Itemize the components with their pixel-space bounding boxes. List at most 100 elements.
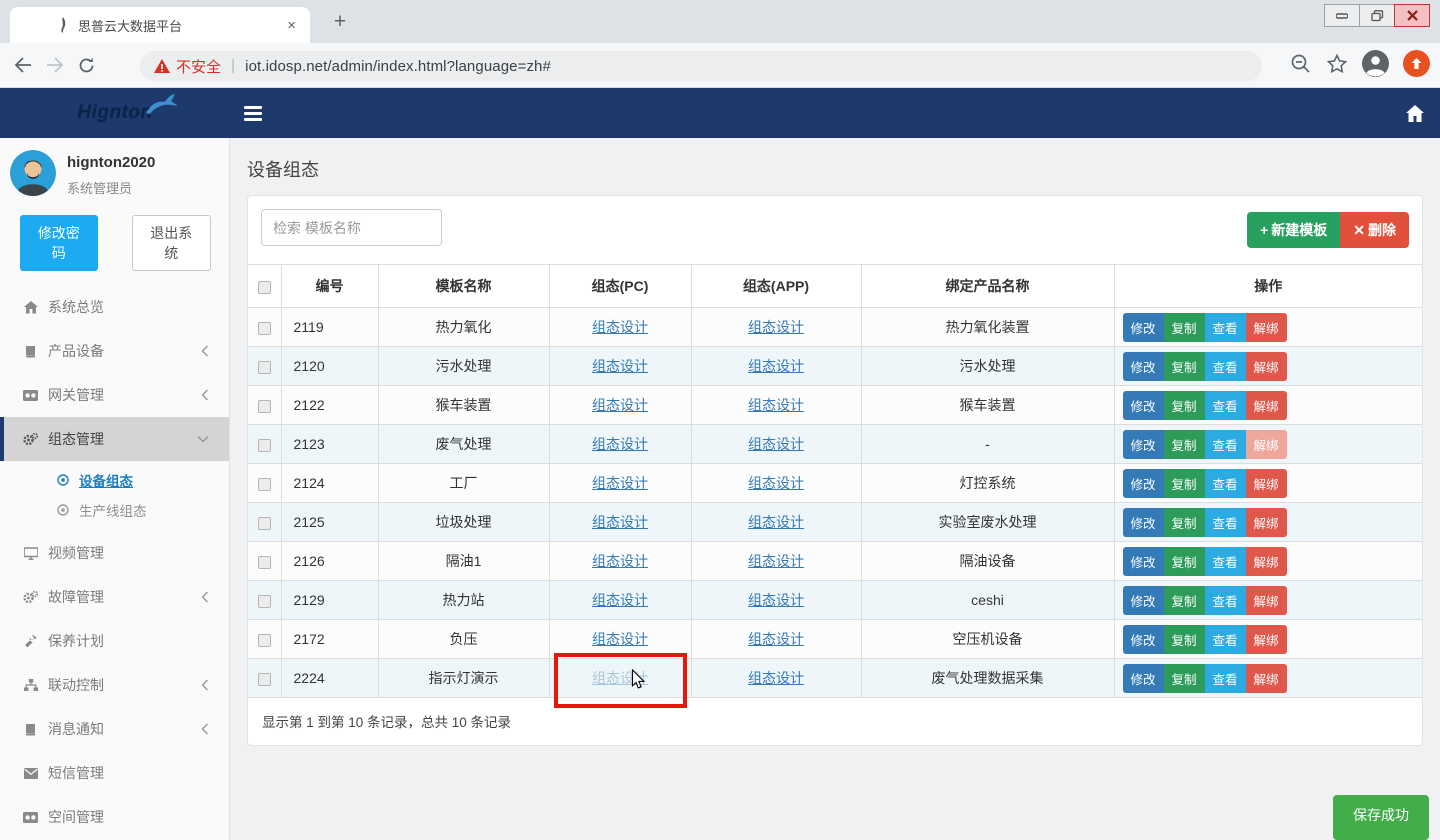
view-button[interactable]: 查看	[1205, 391, 1246, 420]
row-checkbox[interactable]	[258, 517, 271, 530]
zoom-out-icon[interactable]	[1290, 53, 1312, 75]
app-design-link[interactable]: 组态设计	[748, 514, 804, 530]
row-checkbox[interactable]	[258, 634, 271, 647]
sidebar-item-space[interactable]: 空间管理	[0, 795, 229, 839]
copy-button[interactable]: 复制	[1164, 352, 1205, 381]
copy-button[interactable]: 复制	[1164, 313, 1205, 342]
view-button[interactable]: 查看	[1205, 469, 1246, 498]
url-text[interactable]: iot.idosp.net/admin/index.html?language=…	[245, 58, 551, 75]
modify-button[interactable]: 修改	[1123, 508, 1164, 537]
view-button[interactable]: 查看	[1205, 625, 1246, 654]
browser-tab[interactable]: 思普云大数据平台 ×	[10, 7, 310, 43]
modify-button[interactable]: 修改	[1123, 547, 1164, 576]
logout-button[interactable]: 退出系统	[132, 215, 212, 271]
browser-update-icon[interactable]	[1403, 50, 1430, 77]
app-design-link[interactable]: 组态设计	[748, 358, 804, 374]
pc-design-link[interactable]: 组态设计	[592, 592, 648, 608]
copy-button[interactable]: 复制	[1164, 469, 1205, 498]
modify-button[interactable]: 修改	[1123, 664, 1164, 693]
unbind-button[interactable]: 解绑	[1246, 625, 1287, 654]
modify-button[interactable]: 修改	[1123, 625, 1164, 654]
app-design-link[interactable]: 组态设计	[748, 631, 804, 647]
unbind-button[interactable]: 解绑	[1246, 508, 1287, 537]
home-button-icon[interactable]	[1406, 105, 1424, 122]
view-button[interactable]: 查看	[1205, 508, 1246, 537]
sidebar-item-sms[interactable]: 短信管理	[0, 751, 229, 795]
sidebar-item-system-overview[interactable]: 系统总览	[0, 285, 229, 329]
unbind-button[interactable]: 解绑	[1246, 469, 1287, 498]
app-design-link[interactable]: 组态设计	[748, 553, 804, 569]
sidebar-item-config-management[interactable]: 组态管理	[0, 417, 229, 461]
delete-button[interactable]: ✕删除	[1340, 212, 1409, 248]
sidebar-item-video[interactable]: 视频管理	[0, 531, 229, 575]
row-checkbox[interactable]	[258, 439, 271, 452]
sidebar-subitem-device-config[interactable]: 设备组态	[0, 465, 229, 495]
view-button[interactable]: 查看	[1205, 664, 1246, 693]
copy-button[interactable]: 复制	[1164, 625, 1205, 654]
change-password-button[interactable]: 修改密码	[20, 215, 98, 271]
modify-button[interactable]: 修改	[1123, 469, 1164, 498]
row-checkbox[interactable]	[258, 400, 271, 413]
row-checkbox[interactable]	[258, 595, 271, 608]
modify-button[interactable]: 修改	[1123, 352, 1164, 381]
window-minimize-button[interactable]	[1324, 4, 1360, 27]
pc-design-link[interactable]: 组态设计	[592, 436, 648, 452]
pc-design-link[interactable]: 组态设计	[592, 514, 648, 530]
sidebar-item-gateway[interactable]: 网关管理	[0, 373, 229, 417]
pc-design-link[interactable]: 组态设计	[592, 553, 648, 569]
unbind-button[interactable]: 解绑	[1246, 664, 1287, 693]
copy-button[interactable]: 复制	[1164, 586, 1205, 615]
modify-button[interactable]: 修改	[1123, 313, 1164, 342]
bookmark-star-icon[interactable]	[1326, 53, 1348, 75]
app-design-link[interactable]: 组态设计	[748, 436, 804, 452]
modify-button[interactable]: 修改	[1123, 430, 1164, 459]
sidebar-toggle-icon[interactable]	[244, 106, 262, 121]
row-checkbox[interactable]	[258, 556, 271, 569]
sidebar-item-maintenance[interactable]: 保养计划	[0, 619, 229, 663]
sidebar-subitem-production-line-config[interactable]: 生产线组态	[0, 495, 229, 525]
pc-design-link[interactable]: 组态设计	[592, 319, 648, 335]
view-button[interactable]: 查看	[1205, 430, 1246, 459]
pc-design-link[interactable]: 组态设计	[592, 397, 648, 413]
url-bar[interactable]: 不安全 | iot.idosp.net/admin/index.html?lan…	[140, 51, 1262, 81]
tab-close-icon[interactable]: ×	[287, 17, 296, 34]
pc-design-link[interactable]: 组态设计	[592, 358, 648, 374]
modify-button[interactable]: 修改	[1123, 391, 1164, 420]
copy-button[interactable]: 复制	[1164, 430, 1205, 459]
copy-button[interactable]: 复制	[1164, 391, 1205, 420]
unbind-button[interactable]: 解绑	[1246, 547, 1287, 576]
reload-icon[interactable]	[78, 57, 95, 74]
app-design-link[interactable]: 组态设计	[748, 397, 804, 413]
search-input[interactable]	[261, 209, 442, 246]
view-button[interactable]: 查看	[1205, 313, 1246, 342]
forward-icon[interactable]	[46, 57, 64, 73]
unbind-button[interactable]: 解绑	[1246, 352, 1287, 381]
unbind-button[interactable]: 解绑	[1246, 586, 1287, 615]
pc-design-link[interactable]: 组态设计	[592, 475, 648, 491]
copy-button[interactable]: 复制	[1164, 508, 1205, 537]
app-design-link[interactable]: 组态设计	[748, 319, 804, 335]
row-checkbox[interactable]	[258, 322, 271, 335]
unbind-button[interactable]: 解绑	[1246, 391, 1287, 420]
app-design-link[interactable]: 组态设计	[748, 670, 804, 686]
view-button[interactable]: 查看	[1205, 586, 1246, 615]
row-checkbox[interactable]	[258, 673, 271, 686]
back-icon[interactable]	[14, 57, 32, 73]
select-all-checkbox[interactable]	[258, 281, 271, 294]
view-button[interactable]: 查看	[1205, 547, 1246, 576]
app-design-link[interactable]: 组态设计	[748, 592, 804, 608]
unbind-button[interactable]: 解绑	[1246, 313, 1287, 342]
window-restore-button[interactable]	[1359, 4, 1395, 27]
new-tab-button[interactable]: +	[327, 9, 353, 35]
row-checkbox[interactable]	[258, 361, 271, 374]
pc-design-link[interactable]: 组态设计	[592, 631, 648, 647]
sidebar-item-linkage[interactable]: 联动控制	[0, 663, 229, 707]
insecure-label[interactable]: 不安全	[176, 56, 221, 77]
row-checkbox[interactable]	[258, 478, 271, 491]
modify-button[interactable]: 修改	[1123, 586, 1164, 615]
new-template-button[interactable]: +新建模板	[1247, 212, 1340, 248]
app-design-link[interactable]: 组态设计	[748, 475, 804, 491]
view-button[interactable]: 查看	[1205, 352, 1246, 381]
window-close-button[interactable]	[1394, 4, 1430, 27]
profile-avatar-icon[interactable]	[1362, 50, 1389, 77]
